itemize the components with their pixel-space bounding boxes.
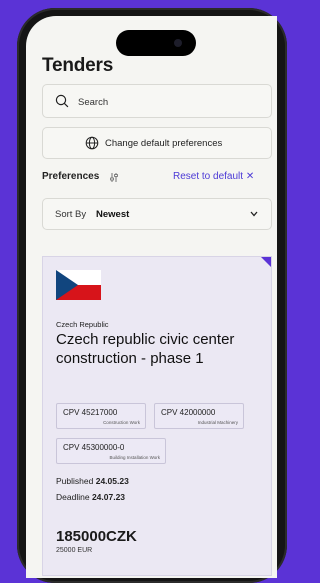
card-corner-marker [261, 257, 271, 267]
cpv-description: Building Installation Work [109, 455, 160, 460]
search-input[interactable] [76, 85, 260, 119]
tender-price: 185000CZK [56, 528, 137, 545]
cpv-description: Construction Work [103, 420, 140, 425]
tender-price-eur: 25000 EUR [56, 547, 93, 554]
globe-icon [85, 136, 99, 150]
sliders-icon[interactable] [109, 172, 119, 183]
czech-flag-icon [56, 270, 101, 300]
cpv-tag[interactable]: CPV 45217000 Construction Work [56, 403, 146, 429]
deadline-date: 24.07.23 [91, 492, 126, 502]
change-preferences-button[interactable]: Change default preferences [42, 127, 272, 159]
cpv-description: Industrial Machinery [197, 420, 238, 425]
change-preferences-label: Change default preferences [105, 138, 223, 149]
cpv-code: CPV 45300000-0 [63, 443, 125, 452]
preferences-title: Preferences [42, 171, 100, 182]
sort-value: Newest [96, 209, 130, 220]
deadline-row: Deadline 24.07.23 [56, 492, 125, 502]
deadline-label: Deadline [56, 492, 90, 502]
published-row: Published 24.05.23 [56, 476, 129, 486]
cpv-code: CPV 45217000 [63, 408, 118, 417]
cpv-code: CPV 42000000 [161, 408, 216, 417]
published-date: 24.05.23 [95, 476, 129, 486]
sort-dropdown[interactable]: Sort By Newest [42, 198, 272, 230]
cpv-tag[interactable]: CPV 42000000 Industrial Machinery [154, 403, 244, 429]
tender-card[interactable]: Czech Republic Czech republic civic cent… [42, 256, 272, 576]
reset-to-default-link[interactable]: Reset to default ✕ [173, 171, 254, 182]
tender-country: Czech Republic [56, 320, 109, 329]
dynamic-island [116, 30, 196, 56]
page-title: Tenders [42, 55, 114, 76]
cpv-tag[interactable]: CPV 45300000-0 Building Installation Wor… [56, 438, 166, 464]
search-bar[interactable] [42, 84, 272, 119]
sort-label: Sort By [55, 209, 87, 220]
chevron-down-icon [250, 211, 258, 217]
published-label: Published [56, 476, 94, 486]
camera-icon [174, 39, 182, 47]
search-icon [55, 94, 69, 108]
tender-title[interactable]: Czech republic civic center construction… [56, 330, 256, 368]
